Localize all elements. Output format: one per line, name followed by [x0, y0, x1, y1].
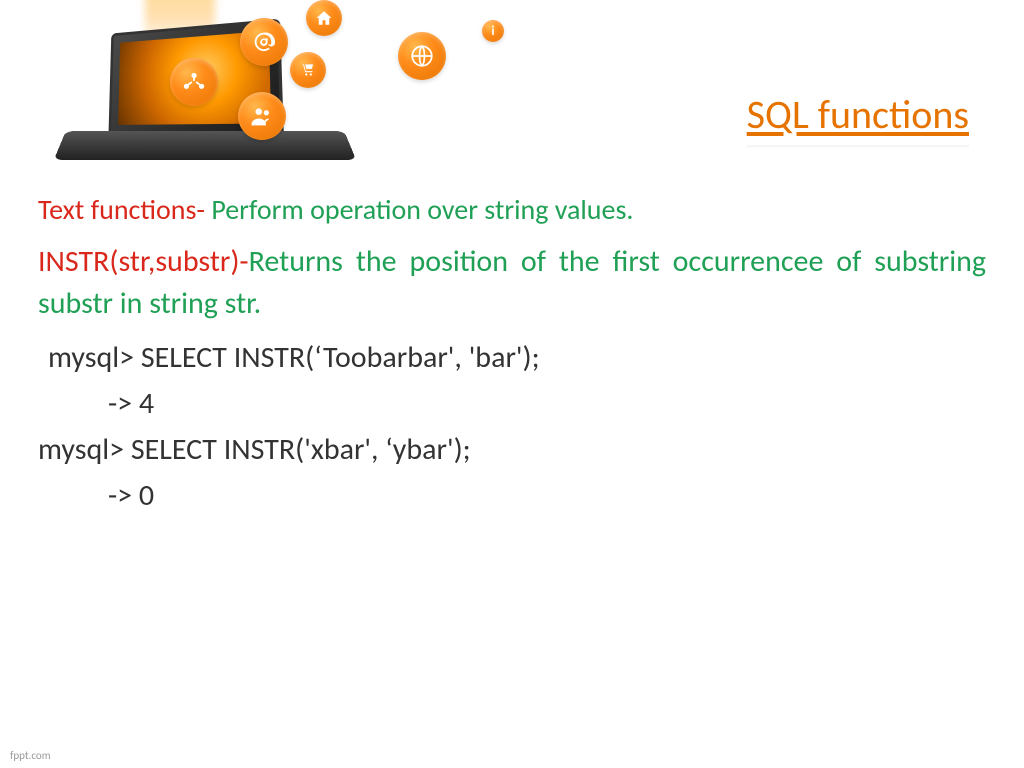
footer-watermark: fppt.com	[10, 749, 50, 762]
people-icon	[238, 92, 286, 140]
text-functions-desc: Perform operation over string values.	[211, 192, 633, 227]
code-result-2: -> 0	[38, 475, 986, 517]
slide-content: Text functions- Perform operation over s…	[38, 190, 986, 521]
code-query-1: mysql> SELECT INSTR(‘Toobarbar', 'bar');	[38, 337, 986, 379]
at-icon	[240, 18, 288, 66]
info-icon: i	[482, 20, 504, 42]
network-icon	[170, 58, 218, 106]
text-functions-label: Text functions-	[38, 192, 211, 227]
globe-icon	[398, 32, 446, 80]
cart-icon	[290, 52, 326, 88]
text-functions-intro: Text functions- Perform operation over s…	[38, 190, 986, 229]
slide-title: SQL functions	[747, 90, 969, 143]
code-result-1: -> 4	[38, 383, 986, 425]
header-graphic: i	[40, 0, 460, 160]
code-query-2: mysql> SELECT INSTR('xbar', ‘ybar');	[38, 429, 986, 471]
instr-description: INSTR(str,substr)-Returns the position o…	[38, 241, 986, 325]
instr-signature: INSTR(str,substr)-	[38, 243, 249, 280]
home-icon	[306, 0, 342, 36]
